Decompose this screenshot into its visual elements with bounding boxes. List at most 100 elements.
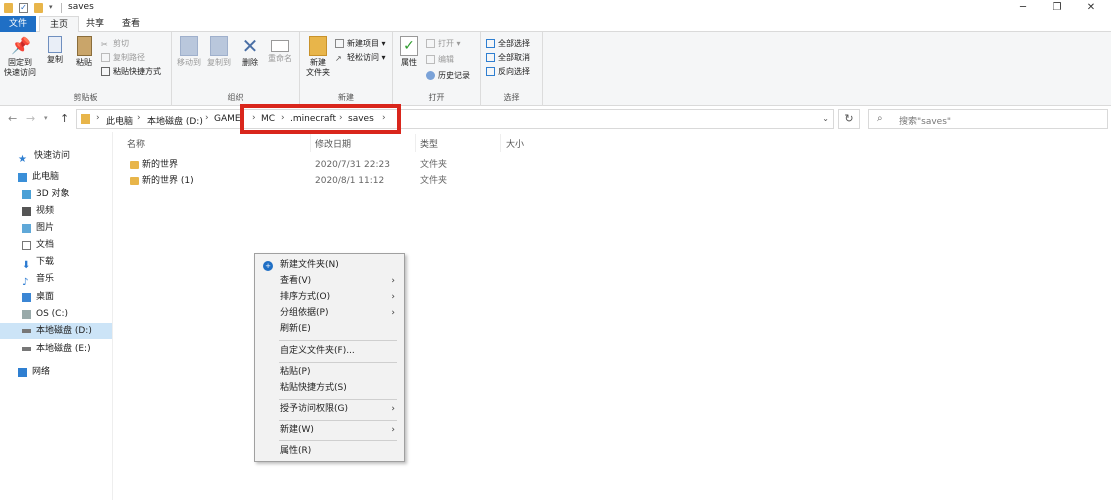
menu-item-paste[interactable]: 粘贴(P) bbox=[256, 364, 403, 380]
menu-item-label: 新建文件夹(N) bbox=[280, 260, 339, 270]
menu-item-customize-folder[interactable]: 自定义文件夹(F)... bbox=[256, 343, 403, 359]
sidebar-item-quick-access[interactable]: ★ 快速访问 bbox=[18, 148, 71, 165]
invert-selection-icon bbox=[486, 67, 495, 76]
easy-access-button[interactable]: ↗ 轻松访问 ▾ bbox=[335, 52, 386, 63]
minimize-button[interactable]: ─ bbox=[1008, 0, 1038, 16]
breadcrumb-separator[interactable]: › bbox=[205, 113, 209, 123]
menu-item-new-folder[interactable]: + 新建文件夹(N) bbox=[256, 257, 403, 273]
address-history-chevron-icon[interactable]: ⌄ bbox=[822, 114, 829, 123]
new-folder-icon bbox=[309, 36, 327, 56]
menu-item-paste-shortcut[interactable]: 粘贴快捷方式(S) bbox=[256, 380, 403, 396]
sidebar-item-label: 快速访问 bbox=[34, 151, 71, 161]
column-divider[interactable] bbox=[415, 134, 416, 152]
menu-item-label: 粘贴快捷方式(S) bbox=[280, 383, 347, 393]
recent-locations-chevron-icon[interactable]: ▾ bbox=[44, 114, 48, 122]
open-button[interactable]: 打开 ▾ bbox=[426, 38, 461, 49]
menu-item-view[interactable]: 查看(V) › bbox=[256, 273, 403, 289]
submenu-arrow-icon: › bbox=[391, 308, 395, 318]
rename-button[interactable]: 重命名 bbox=[265, 36, 295, 64]
properties-label: 属性 bbox=[401, 58, 417, 67]
column-header-date[interactable]: 修改日期 bbox=[315, 137, 351, 150]
copy-to-button[interactable]: 复制到 bbox=[205, 36, 233, 68]
column-divider[interactable] bbox=[310, 134, 311, 152]
navigation-pane: ★ 快速访问 此电脑 3D 对象 视频 图片 文档 ⬇ 下载 ♪ 音乐 桌面 OS (… bbox=[0, 132, 113, 500]
menu-item-sort-by[interactable]: 排序方式(O) › bbox=[256, 289, 403, 305]
sidebar-item-drive-d[interactable]: 本地磁盘 (D:) bbox=[0, 323, 112, 339]
column-header-size[interactable]: 大小 bbox=[506, 137, 524, 150]
select-group-label: 选择 bbox=[503, 93, 520, 102]
rename-icon bbox=[271, 40, 289, 52]
sidebar-item-desktop[interactable]: 桌面 bbox=[22, 289, 54, 305]
new-folder-button[interactable]: 新建 文件夹 bbox=[302, 36, 334, 78]
invert-selection-button[interactable]: 反向选择 bbox=[486, 66, 530, 77]
file-row[interactable]: 新的世界 2020/7/31 22:23 文件夹 bbox=[125, 157, 485, 173]
breadcrumb-this-pc[interactable]: 此电脑 bbox=[106, 114, 133, 127]
file-row[interactable]: 新的世界 (1) 2020/8/1 11:12 文件夹 bbox=[125, 173, 485, 189]
history-button[interactable]: 历史记录 bbox=[426, 70, 470, 81]
column-header-name[interactable]: 名称 bbox=[127, 137, 145, 150]
breadcrumb-separator[interactable]: › bbox=[96, 113, 100, 123]
menu-item-properties[interactable]: 属性(R) bbox=[256, 443, 403, 459]
back-arrow-icon[interactable]: ← bbox=[8, 112, 17, 125]
move-to-button[interactable]: 移动到 bbox=[175, 36, 203, 68]
sidebar-item-videos[interactable]: 视频 bbox=[22, 203, 54, 219]
tab-view[interactable]: 查看 bbox=[116, 16, 146, 32]
sidebar-item-network[interactable]: 网络 bbox=[18, 364, 50, 380]
invert-selection-label: 反向选择 bbox=[498, 67, 530, 76]
organize-group: 移动到 复制到 ✕ 删除 重命名 组织 bbox=[172, 32, 300, 106]
file-modified: 2020/7/31 22:23 bbox=[315, 160, 390, 170]
menu-item-new[interactable]: 新建(W) › bbox=[256, 422, 403, 438]
new-item-label: 新建项目 ▾ bbox=[347, 39, 386, 48]
sidebar-item-3d-objects[interactable]: 3D 对象 bbox=[22, 186, 70, 202]
sidebar-item-drive-e[interactable]: 本地磁盘 (E:) bbox=[22, 341, 91, 357]
video-icon bbox=[22, 206, 31, 216]
menu-item-group-by[interactable]: 分组依据(P) › bbox=[256, 305, 403, 321]
up-arrow-icon[interactable]: ↑ bbox=[60, 112, 69, 125]
ribbon: 📌 固定到 快速访问 复制 粘贴 ✂ 剪切 复制路径 粘贴快捷方式 剪贴板 移动… bbox=[0, 32, 1111, 106]
column-divider[interactable] bbox=[500, 134, 501, 152]
breadcrumb-separator[interactable]: › bbox=[137, 113, 141, 123]
new-group-label: 新建 bbox=[338, 93, 354, 102]
column-header-type[interactable]: 类型 bbox=[420, 137, 438, 150]
new-folder-icon[interactable] bbox=[34, 3, 43, 13]
search-box[interactable]: ⌕ 搜索"saves" bbox=[868, 109, 1108, 129]
menu-item-give-access[interactable]: 授予访问权限(G) › bbox=[256, 401, 403, 417]
sidebar-item-music[interactable]: ♪ 音乐 bbox=[22, 271, 54, 288]
select-all-button[interactable]: 全部选择 bbox=[486, 38, 530, 49]
select-none-button[interactable]: 全部取消 bbox=[486, 52, 530, 63]
navigation-bar: ← → ▾ ↑ › 此电脑 › 本地磁盘 (D:) › GAME › MC › … bbox=[0, 106, 1111, 132]
delete-button[interactable]: ✕ 删除 bbox=[238, 36, 262, 68]
forward-arrow-icon[interactable]: → bbox=[26, 112, 35, 125]
properties-button[interactable]: ✓ 属性 bbox=[396, 36, 422, 68]
tab-home[interactable]: 主页 bbox=[39, 16, 79, 32]
breadcrumb-game[interactable]: GAME bbox=[214, 114, 241, 124]
tab-file[interactable]: 文件 bbox=[0, 16, 36, 32]
breadcrumb-drive-d[interactable]: 本地磁盘 (D:) bbox=[147, 114, 203, 127]
chevron-down-icon[interactable]: ▾ bbox=[49, 3, 53, 13]
edit-button[interactable]: 编辑 bbox=[426, 54, 454, 65]
address-bar[interactable]: › 此电脑 › 本地磁盘 (D:) › GAME › MC › .minecra… bbox=[76, 109, 834, 129]
copy-path-button[interactable]: 复制路径 bbox=[101, 52, 145, 63]
sidebar-item-pictures[interactable]: 图片 bbox=[22, 220, 54, 236]
close-button[interactable]: ✕ bbox=[1076, 0, 1106, 16]
sidebar-item-downloads[interactable]: ⬇ 下载 bbox=[22, 254, 54, 271]
download-icon: ⬇ bbox=[22, 259, 31, 271]
menu-item-refresh[interactable]: 刷新(E) bbox=[256, 321, 403, 337]
rename-label: 重命名 bbox=[268, 54, 292, 63]
paste-shortcut-button[interactable]: 粘贴快捷方式 bbox=[101, 66, 161, 77]
refresh-button[interactable]: ↻ bbox=[838, 109, 860, 129]
pin-to-quick-access-button[interactable]: 📌 固定到 快速访问 bbox=[2, 36, 38, 78]
checkmark-icon[interactable]: ✓ bbox=[19, 3, 28, 13]
sidebar-item-this-pc[interactable]: 此电脑 bbox=[18, 169, 59, 185]
maximize-button[interactable]: ❐ bbox=[1042, 0, 1072, 16]
cut-button[interactable]: ✂ 剪切 bbox=[101, 38, 129, 49]
sidebar-item-drive-c[interactable]: OS (C:) bbox=[22, 306, 68, 322]
sidebar-item-label: OS (C:) bbox=[36, 309, 68, 319]
paste-button[interactable]: 粘贴 bbox=[71, 36, 97, 68]
file-name: 新的世界 bbox=[142, 160, 179, 170]
copy-button[interactable]: 复制 bbox=[42, 36, 68, 65]
sidebar-item-documents[interactable]: 文档 bbox=[22, 237, 54, 253]
tab-share[interactable]: 共享 bbox=[80, 16, 110, 32]
clipboard-group: 📌 固定到 快速访问 复制 粘贴 ✂ 剪切 复制路径 粘贴快捷方式 剪贴板 bbox=[0, 32, 172, 106]
new-item-button[interactable]: 新建项目 ▾ bbox=[335, 38, 386, 49]
